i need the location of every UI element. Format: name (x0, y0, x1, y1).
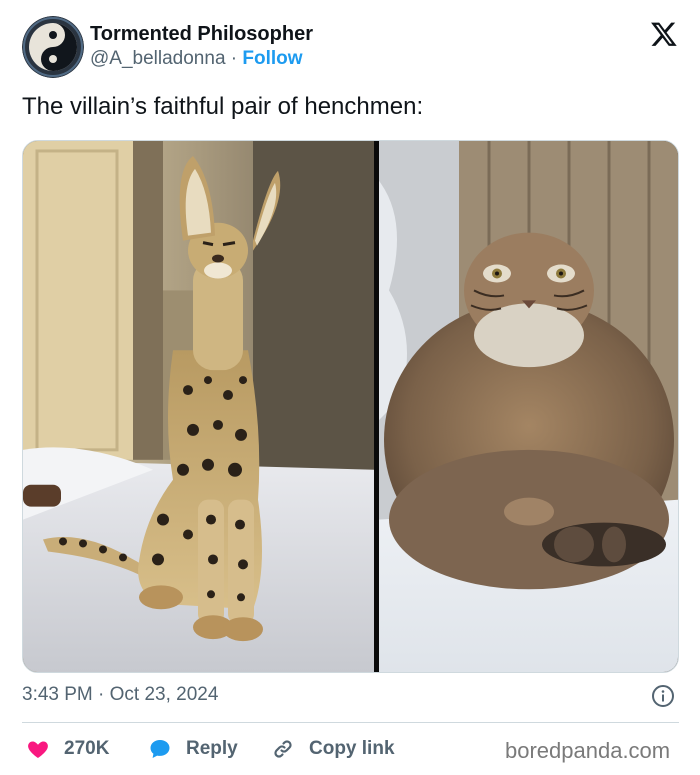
reply-bubble-icon (150, 740, 170, 758)
serval-photo[interactable] (23, 141, 374, 672)
copy-link-label: Copy link (309, 738, 395, 759)
divider (22, 722, 679, 723)
pallas-cat-photo[interactable] (379, 141, 679, 672)
follow-button[interactable]: Follow (242, 48, 302, 69)
author-avatar[interactable] (22, 16, 84, 78)
tweet-header: Tormented Philosopher @A_belladonna · Fo… (22, 16, 682, 78)
reply-label: Reply (186, 738, 238, 759)
reply-button[interactable]: Reply (148, 736, 238, 762)
like-count: 270K (64, 738, 110, 759)
handle-separator: · (230, 48, 238, 69)
heart-icon (28, 741, 48, 758)
watermark: boredpanda.com (505, 738, 671, 763)
copy-link-button[interactable]: Copy link (271, 736, 395, 762)
tweet-media[interactable] (22, 140, 679, 673)
info-icon[interactable] (651, 684, 675, 708)
x-logo-icon[interactable] (650, 20, 678, 48)
author-display-name[interactable]: Tormented Philosopher (90, 23, 313, 46)
tweet-timestamp[interactable]: 3:43 PM · Oct 23, 2024 (22, 684, 218, 706)
author-handle-row: @A_belladonna · Follow (90, 48, 303, 70)
link-icon (274, 740, 292, 758)
yin-yang-icon (22, 16, 84, 78)
tweet-text: The villain’s faithful pair of henchmen: (22, 93, 424, 120)
like-button[interactable]: 270K (26, 736, 109, 762)
author-handle[interactable]: @A_belladonna (90, 48, 226, 69)
